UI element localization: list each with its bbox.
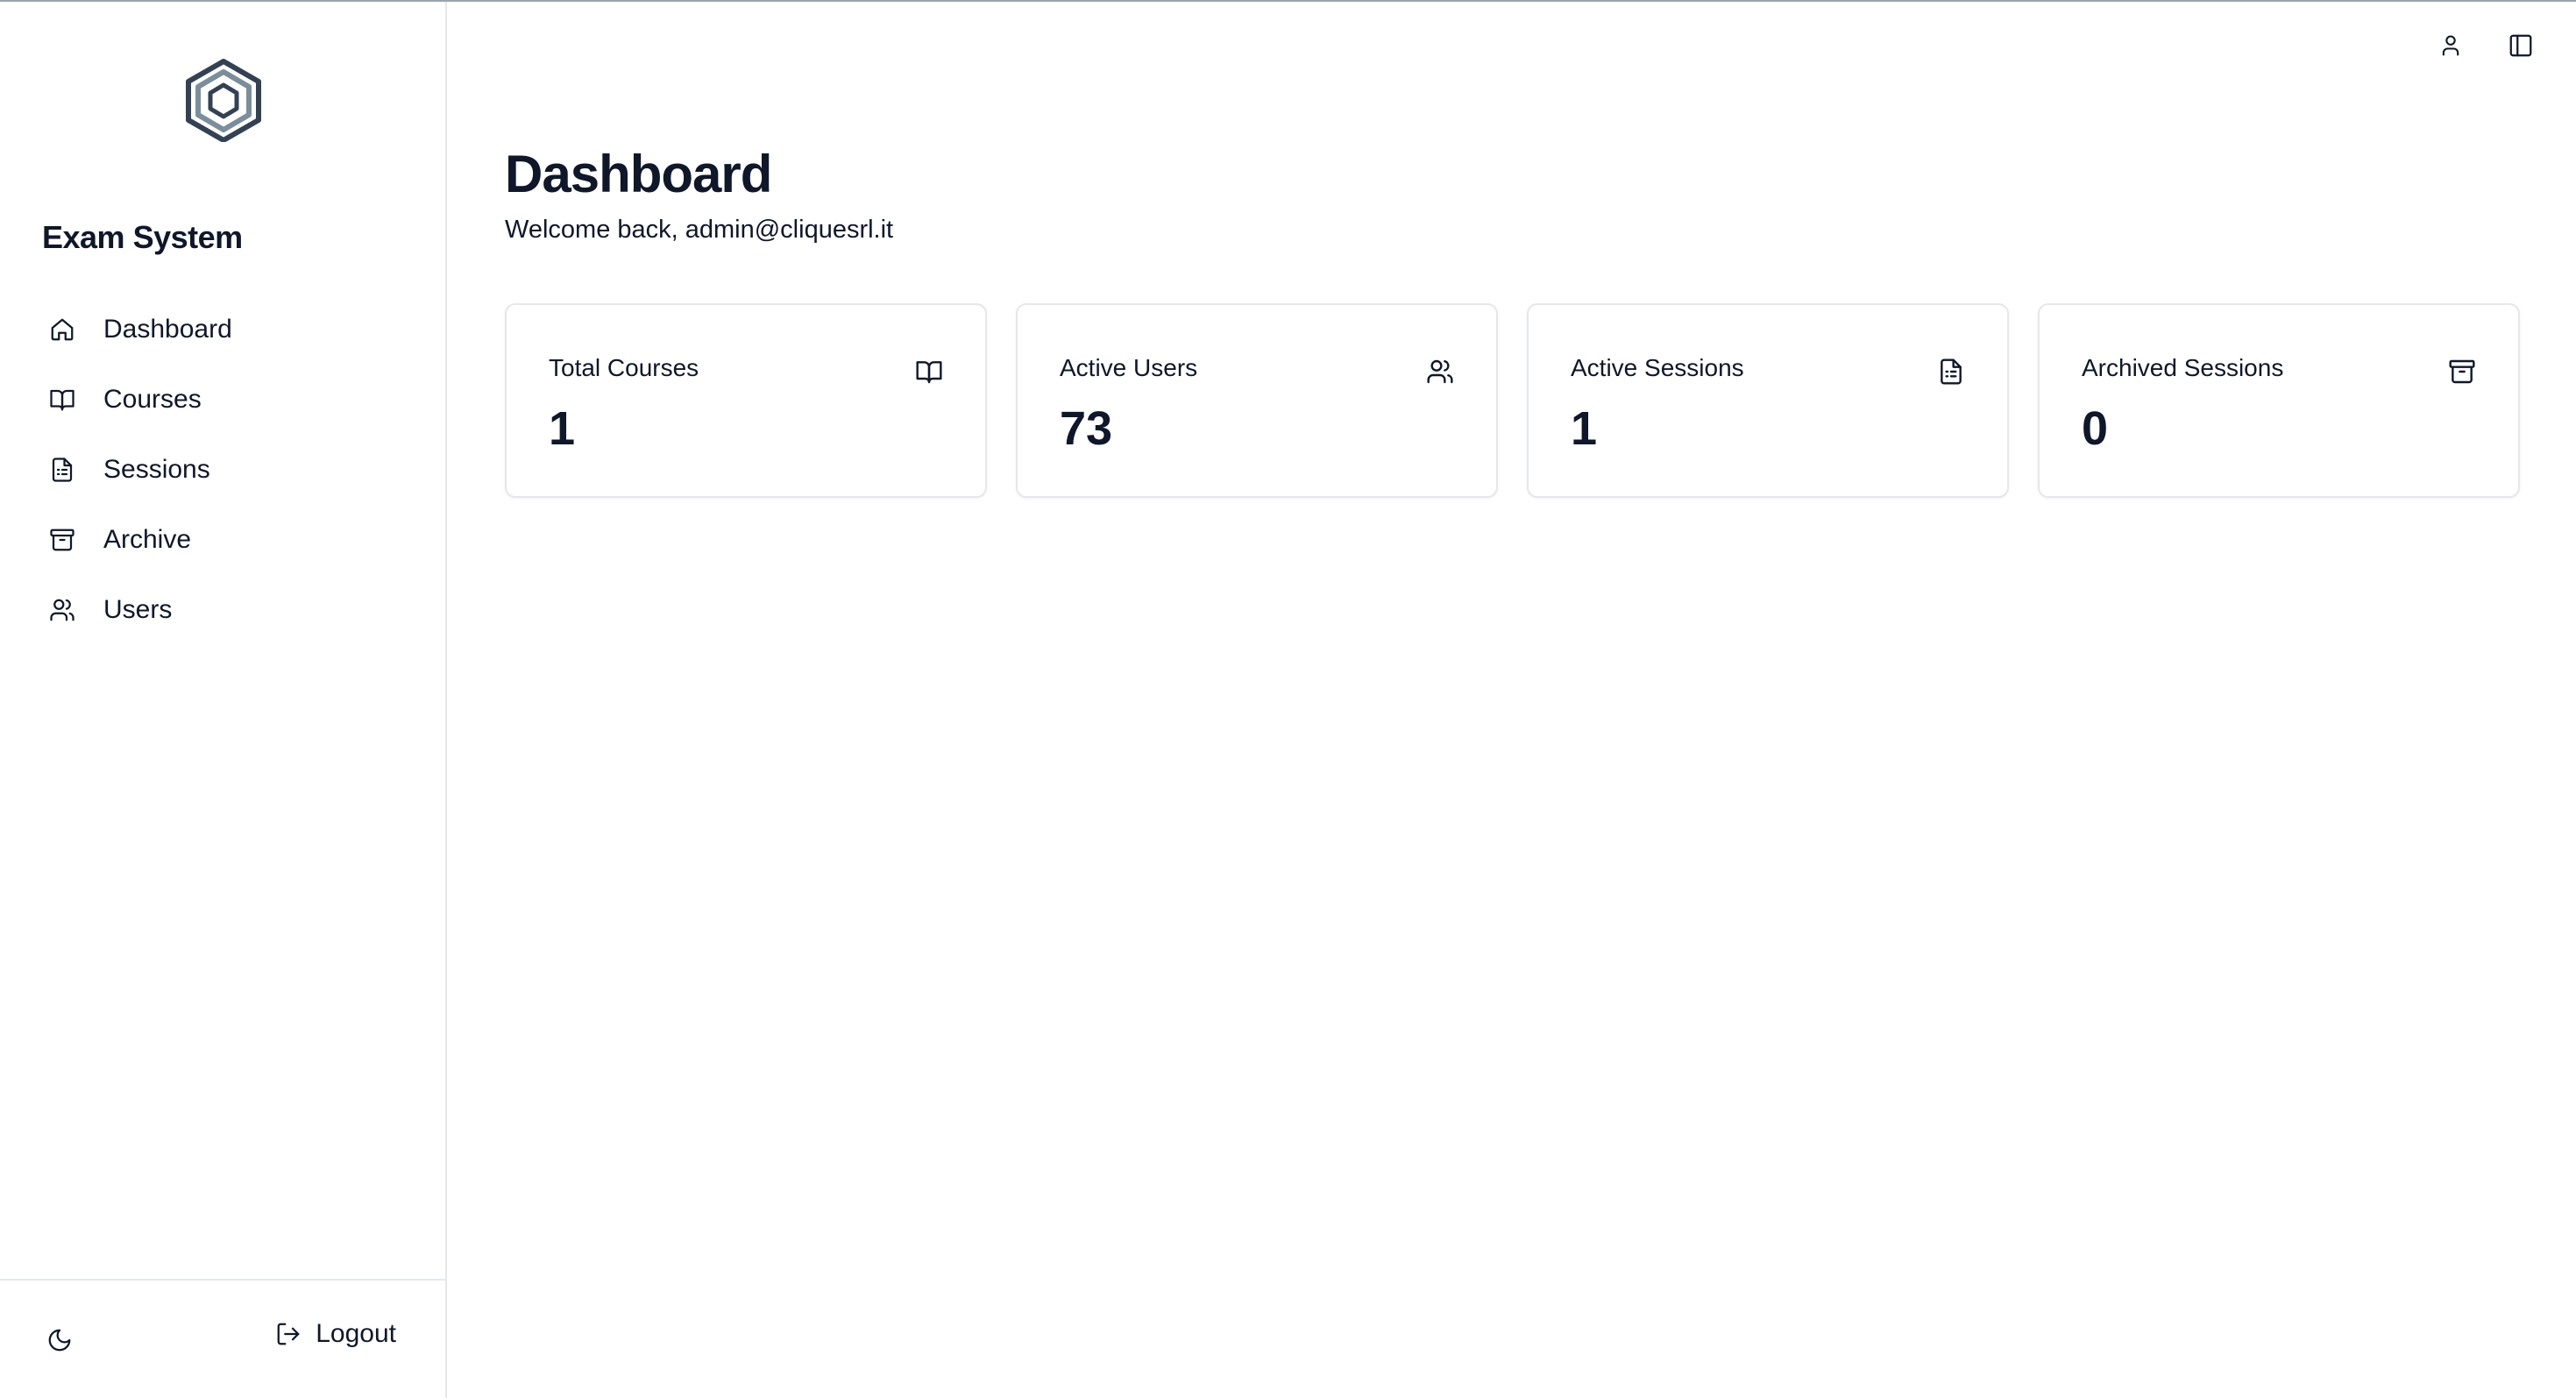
sidebar-item-users[interactable]: Users: [0, 575, 445, 645]
sidebar-nav: Dashboard Courses Sessions Archive Users: [0, 295, 445, 645]
sidebar-item-label: Courses: [103, 385, 202, 414]
hexagon-logo-icon: [184, 58, 263, 142]
home-icon: [47, 315, 77, 344]
page-title: Dashboard: [505, 145, 772, 203]
welcome-message: Welcome back, admin@cliquesrl.it: [505, 216, 894, 244]
logout-label: Logout: [316, 1319, 396, 1348]
sidebar-item-courses[interactable]: Courses: [0, 365, 445, 435]
user-icon: [2438, 33, 2463, 58]
sidebar-item-label: Sessions: [103, 455, 210, 484]
stat-value: 0: [2082, 402, 2109, 455]
stat-card-total-courses: Total Courses 1: [505, 303, 987, 498]
sidebar-item-label: Users: [103, 595, 173, 624]
archive-icon: [2446, 356, 2478, 387]
stat-card-active-users: Active Users 73: [1016, 303, 1498, 498]
users-icon: [1424, 356, 1456, 387]
sidebar-toggle-button[interactable]: [2503, 28, 2538, 63]
book-icon: [913, 356, 945, 387]
sidebar-item-dashboard[interactable]: Dashboard: [0, 295, 445, 365]
app-root: Exam System Dashboard Courses Sessions A…: [0, 0, 2576, 1398]
sidebar-item-archive[interactable]: Archive: [0, 505, 445, 575]
theme-toggle-button[interactable]: [42, 1323, 77, 1358]
sidebar: Exam System Dashboard Courses Sessions A…: [0, 2, 447, 1398]
sidebar-item-label: Archive: [103, 525, 192, 554]
stat-card-active-sessions: Active Sessions 1: [1527, 303, 2009, 498]
stat-label: Active Sessions: [1571, 354, 1744, 381]
file-list-icon: [1935, 356, 1967, 387]
logout-button[interactable]: Logout: [273, 1319, 396, 1349]
users-icon: [47, 595, 77, 625]
sidebar-item-label: Dashboard: [103, 315, 232, 344]
stat-label: Total Courses: [549, 354, 699, 381]
stat-card-archived-sessions: Archived Sessions 0: [2038, 303, 2520, 498]
file-list-icon: [47, 455, 77, 485]
moon-icon: [46, 1327, 73, 1353]
app-title: Exam System: [42, 219, 243, 255]
user-menu-button[interactable]: [2433, 28, 2468, 63]
stat-value: 1: [1571, 402, 1598, 455]
sidebar-footer: Logout: [0, 1279, 445, 1398]
stat-label: Archived Sessions: [2082, 354, 2284, 381]
stat-value: 1: [549, 402, 576, 455]
sidebar-toggle-icon: [2508, 32, 2534, 59]
sidebar-item-sessions[interactable]: Sessions: [0, 435, 445, 505]
archive-icon: [47, 525, 77, 555]
stat-label: Active Users: [1060, 354, 1198, 381]
book-icon: [47, 385, 77, 415]
logout-icon: [273, 1319, 303, 1349]
stat-value: 73: [1060, 402, 1113, 455]
